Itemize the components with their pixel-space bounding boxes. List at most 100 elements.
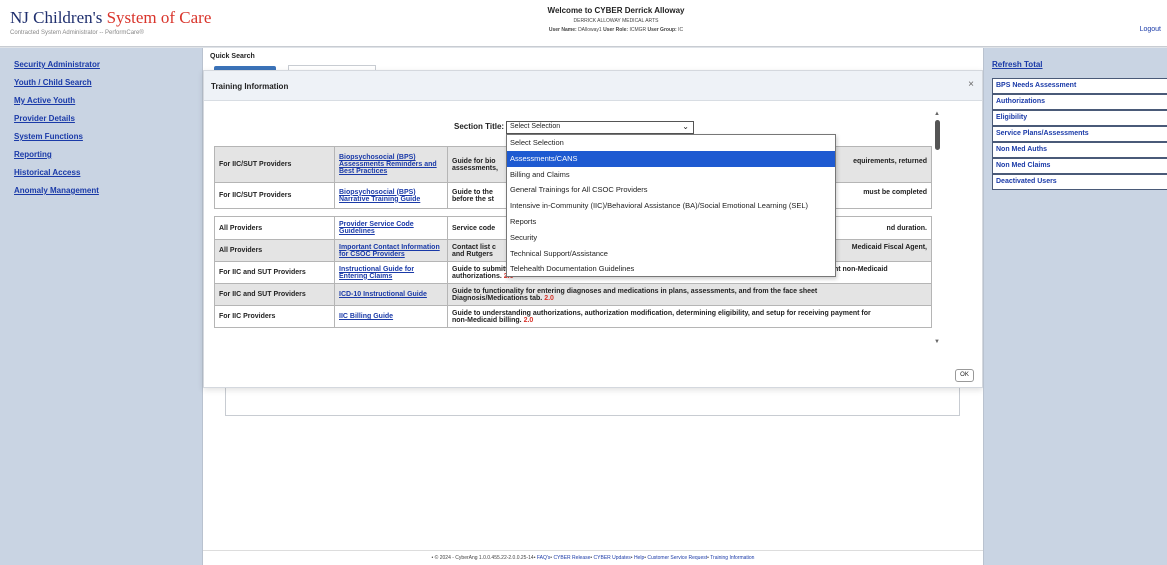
row-description-line2: authorizations.: [452, 272, 502, 280]
welcome-block: Welcome to CYBER Derrick Alloway DERRICK…: [400, 6, 832, 33]
logo-accent-text: System of Care: [106, 8, 212, 27]
section-title-select[interactable]: Select Selection ⌄: [506, 121, 694, 134]
logout-link[interactable]: Logout: [1140, 26, 1161, 33]
modal-title: Training Information: [211, 82, 289, 91]
user-name-value: DAlloway1: [578, 27, 602, 33]
document-link[interactable]: IIC Billing Guide: [339, 313, 393, 320]
footer-link-customer-service[interactable]: Customer Service Request: [647, 555, 707, 561]
user-role-value: ICMGR: [629, 27, 647, 33]
dropdown-option[interactable]: General Trainings for All CSOC Providers: [507, 182, 835, 198]
right-item-bps-needs-assessment[interactable]: BPS Needs Assessment: [992, 78, 1167, 94]
row-document: Instructional Guide for Entering Claims: [334, 261, 448, 284]
row-document: Important Contact Information for CSOC P…: [334, 239, 448, 262]
row-description-line2: non-Medicaid billing.: [452, 316, 522, 324]
row-description: Contact list c: [452, 243, 496, 251]
right-item-service-plans[interactable]: Service Plans/Assessments: [992, 126, 1167, 142]
user-group-label: User Group:: [647, 27, 677, 33]
modal-header: Training Information ×: [204, 71, 982, 101]
footer-link-cyber-updates[interactable]: CYBER Updates: [594, 555, 631, 561]
row-description-line2: Diagnosis/Medications tab.: [452, 294, 543, 302]
logo-main-text: NJ Children's: [10, 8, 103, 27]
row-audience: For IIC and SUT Providers: [214, 283, 335, 306]
app-logo: NJ Children's System of Care: [10, 8, 211, 28]
scroll-up-icon[interactable]: ▲: [934, 111, 940, 117]
document-link[interactable]: Biopsychosocial (BPS) Assessments Remind…: [339, 154, 437, 175]
scroll-down-icon[interactable]: ▼: [934, 339, 940, 345]
dropdown-option[interactable]: Billing and Claims: [507, 167, 835, 183]
refresh-total-link[interactable]: Refresh Total: [992, 60, 1043, 69]
row-description-tail: must be completed: [863, 188, 927, 196]
row-description-line2: before the st: [452, 195, 495, 203]
scrollbar-thumb[interactable]: [935, 120, 940, 150]
document-link[interactable]: ICD-10 Instructional Guide: [339, 291, 427, 298]
dropdown-option[interactable]: Telehealth Documentation Guidelines: [507, 261, 835, 277]
logo-subtitle: Contracted System Administrator -- Perfo…: [10, 30, 144, 36]
footer-copyright: © 2024 - CyberAng 1.0.0.455.22-2.0.0.25-…: [434, 555, 534, 561]
dropdown-option[interactable]: Select Selection: [507, 135, 835, 151]
nav-historical-access[interactable]: Historical Access: [14, 168, 202, 177]
nav-youth-child-search[interactable]: Youth / Child Search: [14, 78, 202, 87]
row-description-cell: Guide to understanding authorizations, a…: [447, 305, 932, 328]
dropdown-option[interactable]: Reports: [507, 214, 835, 230]
footer-link-cyber-release[interactable]: CYBER Release: [553, 555, 590, 561]
table-row: For IIC Providers IIC Billing Guide Guide …: [214, 305, 932, 328]
dropdown-option[interactable]: Technical Support/Assistance: [507, 246, 835, 262]
row-description: Guide to the: [452, 188, 493, 196]
row-description: Guide for bio: [452, 157, 496, 165]
row-document: ICD-10 Instructional Guide: [334, 283, 448, 306]
row-version: 2.0: [544, 294, 554, 302]
section-title-dropdown-list[interactable]: Select Selection Assessments/CANS Billing …: [506, 134, 836, 277]
row-description-line2: and Rutgers: [452, 250, 493, 258]
row-description: Service code: [452, 224, 496, 232]
close-icon[interactable]: ×: [968, 79, 974, 90]
nav-provider-details[interactable]: Provider Details: [14, 114, 202, 123]
nav-security-administrator[interactable]: Security Administrator: [14, 60, 202, 69]
ok-button[interactable]: OK: [955, 369, 974, 382]
section-title-label: Section Title:: [454, 122, 505, 131]
nav-my-active-youth[interactable]: My Active Youth: [14, 96, 202, 105]
row-document: Provider Service Code Guidelines: [334, 216, 448, 240]
row-audience: For IIC and SUT Providers: [214, 261, 335, 284]
welcome-text: Welcome to CYBER Derrick Alloway: [547, 6, 685, 15]
org-name: DERRICK ALLOWAY MEDICAL ARTS: [573, 18, 659, 24]
chevron-down-icon: ⌄: [682, 122, 689, 131]
page-footer: • © 2024 - CyberAng 1.0.0.455.22-2.0.0.2…: [203, 550, 983, 565]
row-description-line2: assessments,: [452, 164, 498, 172]
row-description-tail: Medicaid Fiscal Agent,: [851, 243, 927, 251]
row-audience: All Providers: [214, 239, 335, 262]
footer-link-faqs[interactable]: FAQ's: [537, 555, 550, 561]
row-audience: For IIC/SUT Providers: [214, 182, 335, 209]
row-document: Biopsychosocial (BPS) Narrative Training…: [334, 182, 448, 209]
right-item-non-med-claims[interactable]: Non Med Claims: [992, 158, 1167, 174]
user-role-label: User Role:: [603, 27, 629, 33]
document-link[interactable]: Important Contact Information for CSOC P…: [339, 244, 440, 258]
section-select-value: Select Selection: [510, 123, 561, 130]
document-link[interactable]: Instructional Guide for Entering Claims: [339, 266, 414, 280]
row-audience: All Providers: [214, 216, 335, 240]
right-item-deactivated-users[interactable]: Deactivated Users: [992, 174, 1167, 190]
document-link[interactable]: Biopsychosocial (BPS) Narrative Training…: [339, 189, 420, 203]
nav-anomaly-management[interactable]: Anomaly Management: [14, 186, 202, 195]
dropdown-option[interactable]: Assessments/CANS: [507, 150, 835, 167]
row-audience: For IIC/SUT Providers: [214, 146, 335, 183]
app-header: NJ Children's System of Care Contracted …: [0, 0, 1167, 47]
document-link[interactable]: Provider Service Code Guidelines: [339, 221, 414, 235]
dropdown-option[interactable]: Intensive in-Community (IIC)/Behavioral …: [507, 198, 835, 214]
row-audience: For IIC Providers: [214, 305, 335, 328]
right-item-non-med-auths[interactable]: Non Med Auths: [992, 142, 1167, 158]
row-description: Guide to functionality for entering diag…: [452, 287, 818, 295]
user-info: User Name: DAlloway1 User Role: ICMGR Us…: [400, 27, 832, 33]
nav-system-functions[interactable]: System Functions: [14, 132, 202, 141]
nav-reporting[interactable]: Reporting: [14, 150, 202, 159]
right-item-authorizations[interactable]: Authorizations: [992, 94, 1167, 110]
dropdown-option[interactable]: Security: [507, 230, 835, 246]
footer-link-help[interactable]: Help: [634, 555, 644, 561]
row-description-tail: nd duration.: [886, 224, 927, 232]
table-row: For IIC and SUT Providers ICD-10 Instruct…: [214, 283, 932, 306]
right-item-eligibility[interactable]: Eligibility: [992, 110, 1167, 126]
row-description-tail: equirements, returned: [853, 157, 927, 165]
footer-link-training-information[interactable]: Training Information: [710, 555, 754, 561]
scrollbar[interactable]: ▲ ▼: [934, 111, 942, 347]
row-description-cell: Guide to functionality for entering diag…: [447, 283, 932, 306]
row-document: IIC Billing Guide: [334, 305, 448, 328]
